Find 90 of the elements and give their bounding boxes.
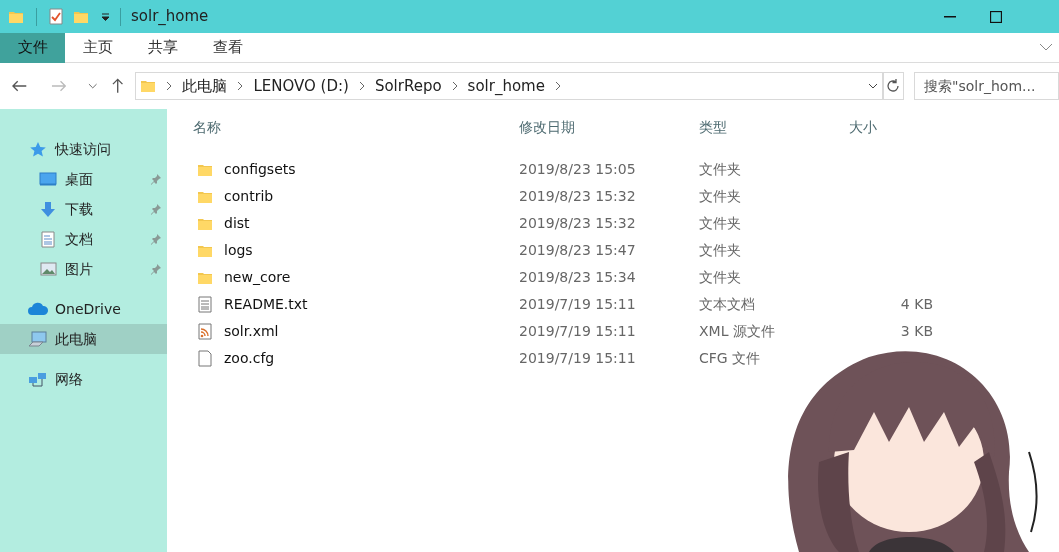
star-icon bbox=[29, 140, 47, 158]
navigation-label: OneDrive bbox=[55, 299, 121, 319]
breadcrumb-item[interactable]: LENOVO (D:) bbox=[253, 74, 349, 98]
address-bar[interactable]: 此电脑 LENOVO (D:) SolrRepo solr_home bbox=[135, 72, 883, 100]
feed-file-icon bbox=[198, 323, 212, 340]
monitor-icon bbox=[39, 172, 57, 186]
modified-date: 2019/8/23 15:34 bbox=[519, 268, 637, 287]
folder-icon bbox=[197, 270, 213, 285]
navigation-item[interactable]: 网络 bbox=[0, 364, 167, 394]
navigation-label: 桌面 bbox=[65, 169, 93, 189]
refresh-icon bbox=[886, 79, 901, 93]
chevron-right-icon[interactable] bbox=[451, 81, 458, 91]
file-name[interactable]: new_core bbox=[224, 267, 291, 288]
chevron-down-icon[interactable] bbox=[867, 83, 878, 89]
navigation-item[interactable]: OneDrive bbox=[0, 294, 167, 324]
file-type: 文件夹 bbox=[699, 214, 742, 233]
modified-date: 2019/7/19 15:11 bbox=[519, 349, 637, 368]
file-type: 文件夹 bbox=[699, 268, 742, 287]
file-name[interactable]: dist bbox=[224, 213, 250, 234]
navigation-label: 快速访问 bbox=[55, 139, 111, 159]
chevron-right-icon[interactable] bbox=[358, 81, 365, 91]
search-field[interactable]: 搜索"solr_hom... bbox=[914, 72, 1059, 100]
file-type: 文件夹 bbox=[699, 241, 742, 260]
folder-icon bbox=[197, 243, 213, 258]
navigation-label: 此电脑 bbox=[55, 329, 97, 349]
file-type: CFG 文件 bbox=[699, 349, 762, 368]
navigation-label: 图片 bbox=[65, 259, 93, 279]
navigation-item[interactable]: 快速访问 bbox=[0, 134, 167, 164]
computer-icon bbox=[28, 330, 48, 348]
file-type: 文件夹 bbox=[699, 187, 742, 206]
navigation-item[interactable]: 此电脑 bbox=[0, 324, 167, 354]
navigation-item[interactable]: 图片 bbox=[0, 254, 167, 284]
cloud-icon bbox=[27, 302, 49, 316]
chevron-right-icon[interactable] bbox=[237, 81, 244, 91]
up-arrow-icon[interactable] bbox=[112, 78, 124, 94]
folder-icon bbox=[73, 9, 89, 24]
breadcrumb-item[interactable]: SolrRepo bbox=[374, 74, 442, 98]
checklist-icon[interactable] bbox=[49, 8, 63, 25]
file-name[interactable]: contrib bbox=[224, 186, 274, 207]
chevron-right-icon[interactable] bbox=[554, 81, 561, 91]
modified-date: 2019/8/23 15:05 bbox=[519, 160, 637, 179]
navigation-item[interactable]: 下载 bbox=[0, 194, 167, 224]
folder-icon bbox=[197, 216, 213, 231]
modified-date: 2019/8/23 15:32 bbox=[519, 214, 637, 233]
file-size: 4 KB bbox=[899, 295, 933, 314]
navigation-item[interactable]: 文档 bbox=[0, 224, 167, 254]
column-header[interactable]: 名称 bbox=[193, 116, 519, 138]
file-type: XML 源文件 bbox=[699, 322, 776, 341]
folder-icon bbox=[197, 162, 213, 177]
ribbon-tab[interactable]: 共享 bbox=[130, 32, 195, 63]
navigation-item[interactable]: 桌面 bbox=[0, 164, 167, 194]
modified-date: 2019/7/19 15:11 bbox=[519, 295, 637, 314]
refresh-button[interactable] bbox=[882, 72, 904, 100]
navigation-label: 网络 bbox=[55, 369, 83, 389]
file-name[interactable]: zoo.cfg bbox=[224, 348, 275, 369]
file-type: 文本文档 bbox=[699, 295, 756, 314]
breadcrumb-item[interactable]: solr_home bbox=[467, 74, 545, 98]
document-icon bbox=[41, 230, 55, 248]
window-title: solr_home bbox=[131, 6, 209, 28]
ribbon-tab[interactable]: 主页 bbox=[65, 32, 130, 63]
navigation-label: 下载 bbox=[65, 199, 93, 219]
breadcrumb-item[interactable]: 此电脑 bbox=[182, 74, 228, 98]
modified-date: 2019/8/23 15:47 bbox=[519, 241, 637, 260]
file-name[interactable]: logs bbox=[224, 240, 253, 261]
navigation-label: 文档 bbox=[65, 229, 93, 249]
text-file-icon bbox=[198, 296, 212, 313]
pictures-icon bbox=[39, 262, 57, 276]
file-size: 3 KB bbox=[899, 322, 933, 341]
file-type: 文件夹 bbox=[699, 160, 742, 179]
ribbon-tab[interactable]: 文件 bbox=[0, 32, 65, 63]
minimize-icon bbox=[944, 15, 956, 18]
chevron-right-icon[interactable] bbox=[166, 81, 173, 91]
dropdown-icon[interactable] bbox=[101, 12, 110, 21]
column-header[interactable]: 修改日期 bbox=[519, 116, 699, 138]
download-icon bbox=[40, 200, 56, 218]
column-header[interactable]: 类型 bbox=[699, 116, 849, 138]
back-arrow-icon[interactable] bbox=[12, 80, 28, 92]
modified-date: 2019/7/19 15:11 bbox=[519, 322, 637, 341]
folder-icon bbox=[140, 79, 157, 93]
file-icon bbox=[198, 350, 212, 367]
folder-icon bbox=[197, 189, 213, 204]
maximize-icon bbox=[990, 10, 1002, 23]
column-header[interactable]: 大小 bbox=[849, 116, 949, 138]
network-icon bbox=[28, 371, 48, 387]
modified-date: 2019/8/23 15:32 bbox=[519, 187, 637, 206]
ribbon-tab[interactable]: 查看 bbox=[195, 32, 260, 63]
file-name[interactable]: configsets bbox=[224, 159, 296, 180]
file-name[interactable]: solr.xml bbox=[224, 321, 279, 342]
file-name[interactable]: README.txt bbox=[224, 294, 308, 315]
folder-icon bbox=[8, 9, 24, 24]
